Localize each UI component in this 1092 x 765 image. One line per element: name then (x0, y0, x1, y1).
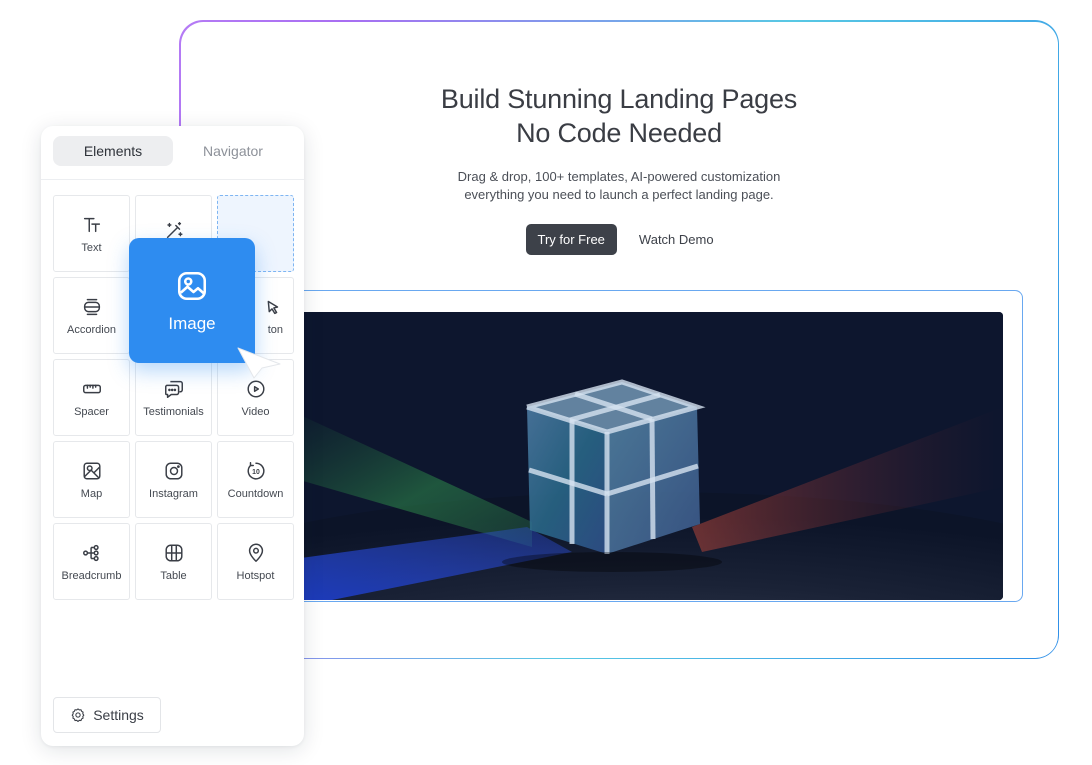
element-breadcrumb[interactable]: Breadcrumb (53, 523, 130, 600)
breadcrumb-icon (81, 542, 103, 564)
element-label: Countdown (227, 487, 284, 500)
table-icon (163, 542, 185, 564)
elements-panel: Elements Navigator Text Accordion ton Sp… (41, 126, 304, 746)
tab-navigator[interactable]: Navigator (173, 136, 293, 166)
element-accordion[interactable]: Accordion (53, 277, 130, 354)
element-label: Hotspot (236, 569, 275, 582)
element-label: Video (241, 405, 270, 418)
hero-subtitle-line1: Drag & drop, 100+ templates, AI-powered … (457, 168, 781, 184)
hero-image[interactable] (272, 312, 1003, 600)
svg-text:10: 10 (252, 469, 260, 476)
element-testimonials[interactable]: Testimonials (135, 359, 212, 436)
element-spacer[interactable]: Spacer (53, 359, 130, 436)
dragged-card-label: Image (168, 313, 216, 333)
accordion-icon (81, 296, 103, 318)
element-table[interactable]: Table (135, 523, 212, 600)
testimonials-icon (163, 378, 185, 400)
tab-elements[interactable]: Elements (53, 136, 173, 166)
hero-subtitle[interactable]: Drag & drop, 100+ templates, AI-powered … (181, 168, 1058, 204)
cta-row: Try for Free Watch Demo (525, 223, 720, 255)
hero-title-line1: Build Stunning Landing Pages (440, 83, 798, 114)
hero-subtitle-line2: everything you need to launch a perfect … (464, 186, 774, 202)
element-label: Text (81, 241, 102, 254)
element-hotspot[interactable]: Hotspot (217, 523, 294, 600)
element-text[interactable]: Text (53, 195, 130, 272)
element-label: Accordion (67, 323, 116, 336)
element-label: Testimonials (143, 405, 204, 418)
settings-label: Settings (93, 707, 144, 723)
text-icon (81, 214, 103, 236)
glass-cube-illustration (272, 312, 1003, 600)
try-for-free-button[interactable]: Try for Free (525, 223, 617, 255)
countdown-icon: 10 (245, 460, 267, 482)
element-label: Table (160, 569, 187, 582)
gear-icon (70, 707, 86, 723)
hero-title[interactable]: Build Stunning Landing Pages No Code Nee… (181, 82, 1058, 150)
drag-cursor-icon (237, 347, 281, 379)
element-map[interactable]: Map (53, 441, 130, 518)
image-icon (174, 268, 210, 304)
element-label: Map (80, 487, 103, 500)
map-icon (81, 460, 103, 482)
watch-demo-button[interactable]: Watch Demo (633, 224, 720, 255)
element-label: Breadcrumb (61, 569, 122, 582)
panel-tabs: Elements Navigator (53, 136, 293, 166)
element-label: Instagram (149, 487, 198, 500)
element-countdown[interactable]: 10 Countdown (217, 441, 294, 518)
panel-divider (41, 179, 304, 180)
element-instagram[interactable]: Instagram (135, 441, 212, 518)
instagram-icon (163, 460, 185, 482)
button-pointer-icon (261, 296, 283, 318)
hero-title-line2: No Code Needed (516, 117, 722, 148)
element-label: Spacer (74, 405, 109, 418)
settings-button[interactable]: Settings (53, 697, 161, 733)
video-icon (245, 378, 267, 400)
element-label: ton (267, 323, 283, 336)
spacer-icon (81, 378, 103, 400)
builder-stage: Build Stunning Landing Pages No Code Nee… (0, 0, 1092, 765)
hotspot-icon (245, 542, 267, 564)
